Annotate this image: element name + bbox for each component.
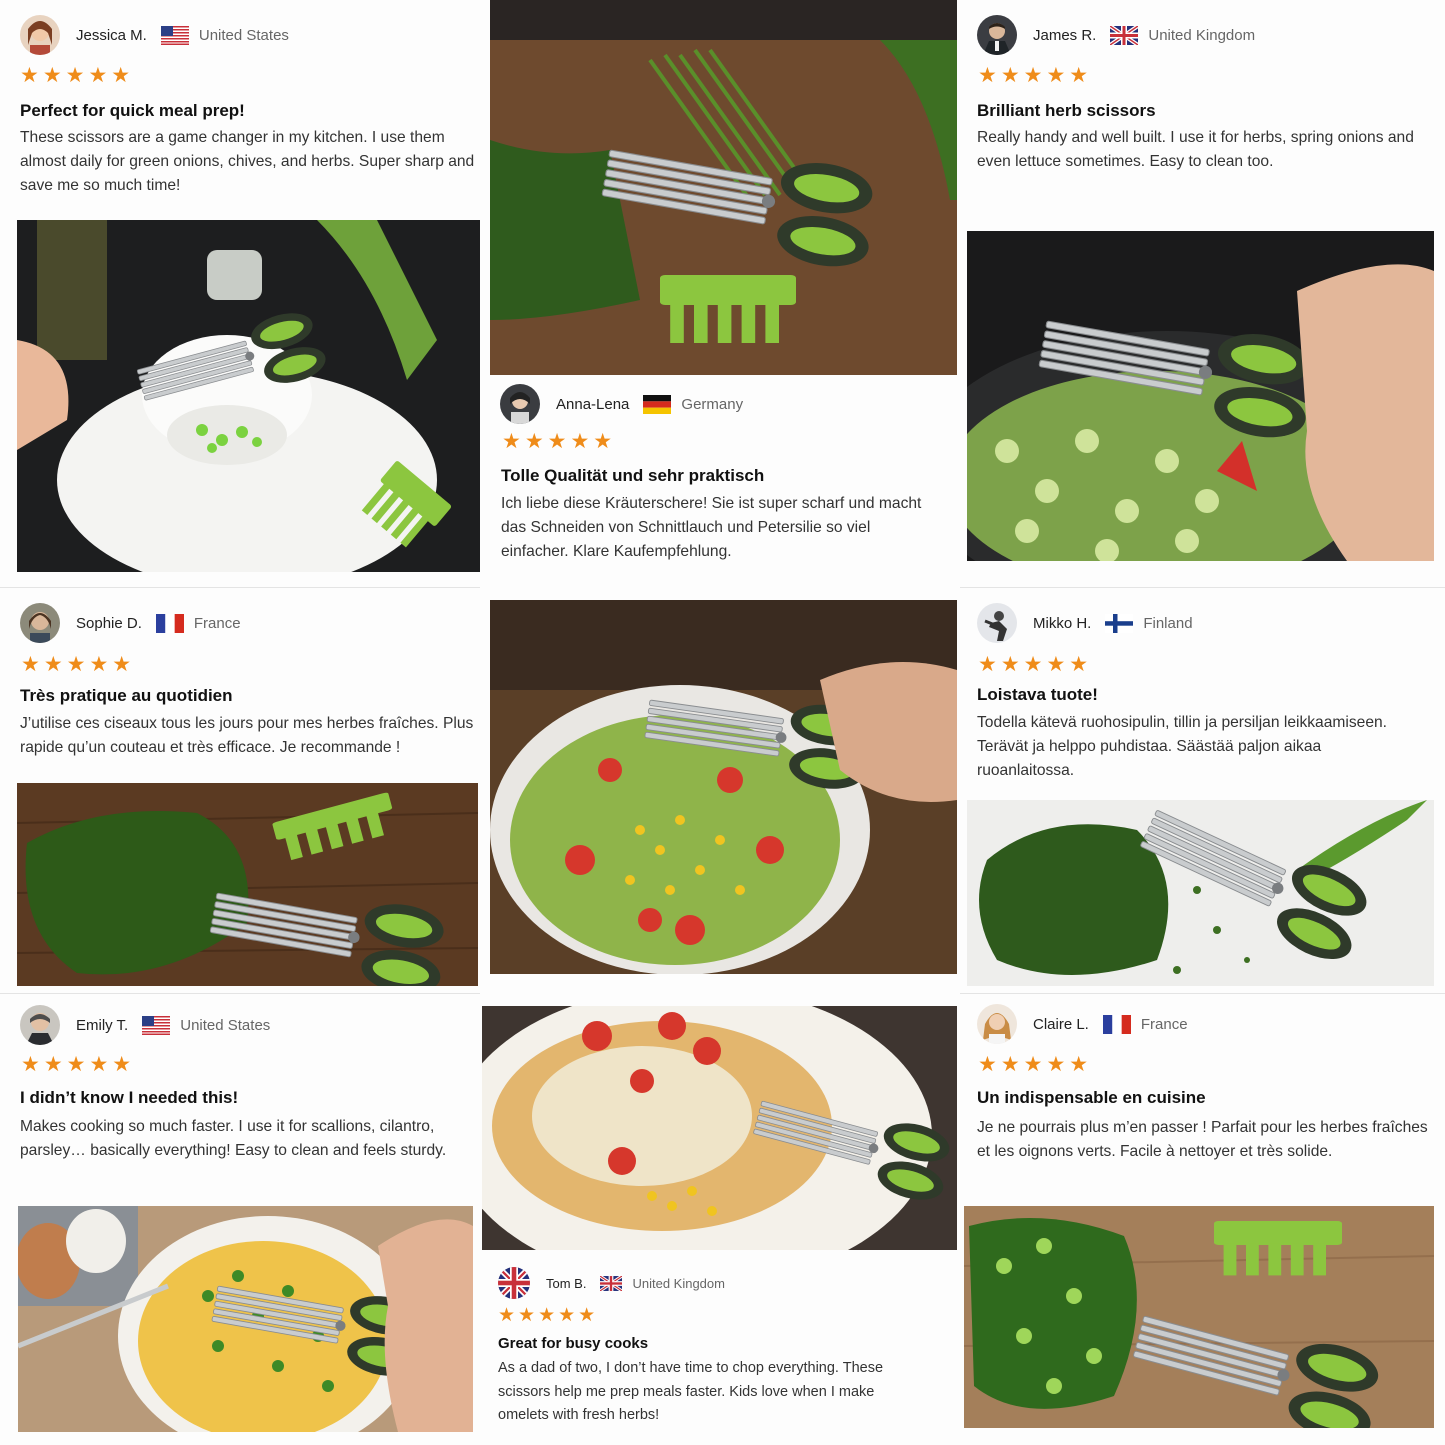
avatar: [500, 384, 540, 424]
review-text: Je ne pourrais plus m’en passer ! Parfai…: [977, 1119, 1428, 1160]
review-title: Perfect for quick meal prep!: [20, 101, 245, 120]
avatar: [977, 603, 1017, 643]
france-flag-icon: [155, 613, 184, 633]
review-text: Really handy and well built. I use it fo…: [977, 129, 1414, 170]
review-title: Très pratique au quotidien: [20, 686, 233, 705]
review-text: Makes cooking so much faster. I use it f…: [20, 1118, 447, 1159]
germany-flag-icon: [643, 394, 672, 414]
review-photo[interactable]: [490, 0, 957, 375]
reviewer-name: Claire L.: [1033, 1015, 1089, 1033]
review-photo[interactable]: [490, 600, 957, 974]
review-title: Great for busy cooks: [498, 1335, 649, 1352]
review-text: J’utilise ces ciseaux tous les jours pou…: [20, 715, 474, 756]
reviewer-name: Jessica M.: [76, 26, 147, 44]
reviewer-name: Sophie D.: [76, 614, 142, 632]
star-rating: ★★★★★: [21, 653, 136, 676]
review-photo[interactable]: [17, 783, 478, 986]
star-rating: ★★★★★: [502, 430, 617, 453]
reviewer-header: Jessica M. United States: [20, 15, 289, 55]
star-rating: ★★★★★: [498, 1305, 599, 1326]
star-rating: ★★★★★: [21, 1053, 136, 1076]
review-text: Ich liebe diese Kräuterschere! Sie ist s…: [501, 495, 922, 560]
us-flag-icon: [142, 1015, 171, 1035]
avatar: [20, 15, 60, 55]
reviewer-header: Emily T. United States: [20, 1005, 270, 1045]
review-text: As a dad of two, I don’t have time to ch…: [498, 1360, 884, 1423]
reviewer-header: James R. United Kingdom: [977, 15, 1255, 55]
reviewer-country: France: [1140, 1015, 1188, 1033]
reviewer-country: Finland: [1143, 614, 1193, 632]
reviewer-country: France: [193, 614, 241, 632]
star-rating: ★★★★★: [978, 653, 1093, 676]
finland-flag-icon: [1105, 613, 1134, 633]
star-rating: ★★★★★: [20, 64, 135, 87]
reviewer-header: Mikko H. Finland: [977, 603, 1193, 643]
review-photo[interactable]: [482, 1006, 957, 1250]
star-rating: ★★★★★: [978, 64, 1093, 87]
star-rating: ★★★★★: [978, 1053, 1093, 1076]
avatar: [498, 1267, 530, 1299]
reviewer-header: Tom B. United Kingdom: [498, 1267, 725, 1299]
france-flag-icon: [1102, 1014, 1131, 1034]
reviewer-name: Anna-Lena: [556, 395, 630, 413]
uk-flag-icon: [600, 1275, 623, 1291]
us-flag-icon: [160, 25, 189, 45]
review-title: Brilliant herb scissors: [977, 101, 1156, 120]
row-divider: [960, 993, 1445, 994]
review-photo[interactable]: [967, 231, 1434, 561]
reviewer-name: James R.: [1033, 26, 1097, 44]
avatar: [977, 15, 1017, 55]
reviewer-country: United States: [198, 26, 289, 44]
review-title: I didn’t know I needed this!: [20, 1088, 239, 1107]
reviewer-name: Tom B.: [546, 1275, 587, 1291]
reviewer-header: Claire L. France: [977, 1004, 1188, 1044]
review-title: Un indispensable en cuisine: [977, 1088, 1206, 1107]
reviewer-name: Emily T.: [76, 1016, 129, 1034]
row-divider: [0, 587, 480, 588]
review-title: Tolle Qualität und sehr praktisch: [501, 466, 765, 485]
reviewer-name: Mikko H.: [1033, 614, 1092, 632]
review-photo[interactable]: [967, 800, 1434, 986]
row-divider: [0, 993, 480, 994]
review-photo[interactable]: [964, 1206, 1434, 1428]
uk-flag-icon: [1110, 25, 1139, 45]
review-photo[interactable]: [17, 220, 480, 572]
reviewer-country: United Kingdom: [632, 1275, 725, 1291]
reviewer-header: Sophie D. France: [20, 603, 241, 643]
review-text: Todella kätevä ruohosipulin, tillin ja p…: [977, 714, 1387, 779]
reviewer-country: United Kingdom: [1148, 26, 1256, 44]
reviewer-country: Germany: [681, 395, 744, 413]
review-text: These scissors are a game changer in my …: [20, 129, 475, 194]
reviewer-country: United States: [180, 1016, 271, 1034]
reviewer-header: Anna-Lena Germany: [500, 384, 743, 424]
row-divider: [960, 587, 1445, 588]
avatar: [20, 1005, 60, 1045]
avatar: [20, 603, 60, 643]
review-title: Loistava tuote!: [977, 685, 1098, 704]
review-photo[interactable]: [18, 1206, 473, 1432]
avatar: [977, 1004, 1017, 1044]
